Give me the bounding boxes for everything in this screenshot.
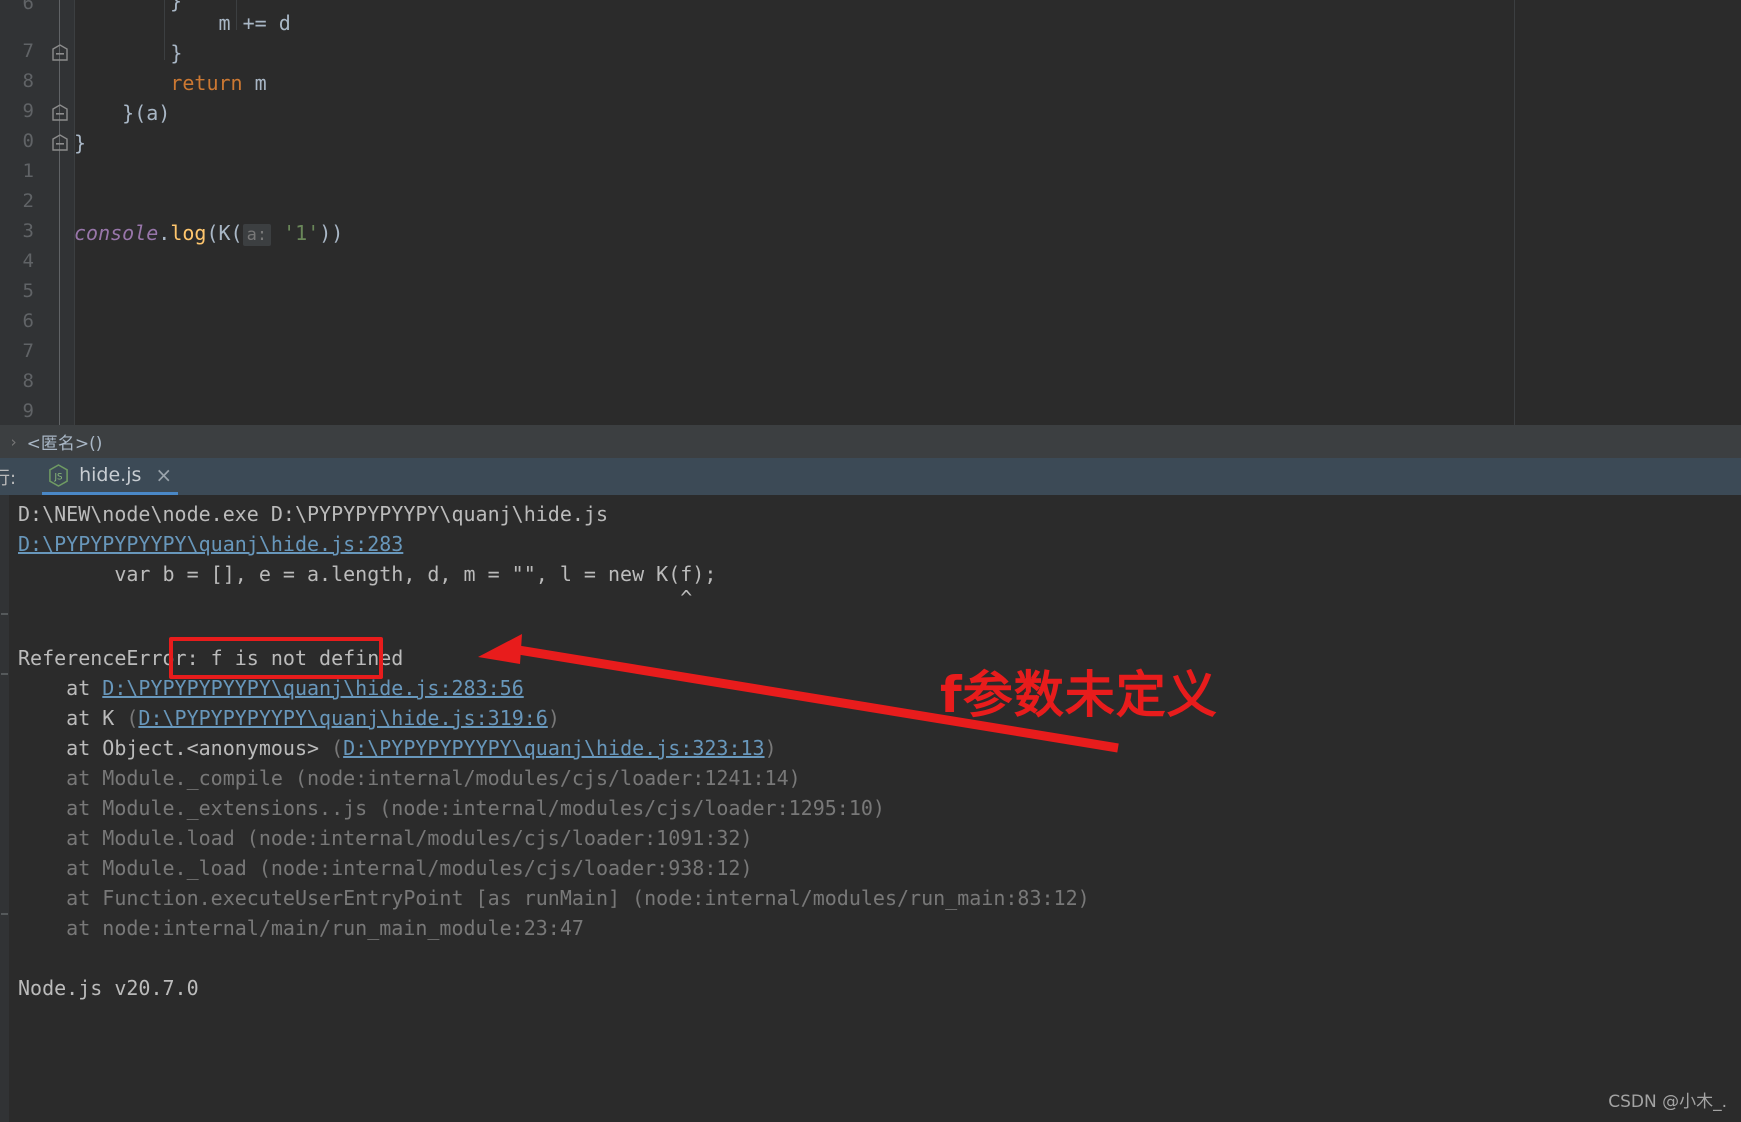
line-number: 7: [22, 40, 34, 62]
run-tab-hide-js[interactable]: JS hide.js ×: [42, 458, 179, 495]
console-gutter: [0, 495, 9, 1122]
console-fold-mark: [1, 913, 8, 915]
console-line-node-version: Node.js v20.7.0: [18, 976, 199, 1000]
console-line-command: D:\NEW\node\node.exe D:\PYPYPYPYYPY\quan…: [18, 502, 609, 526]
code-text-area[interactable]: } m += d } return m }(a) } console.log(K…: [74, 0, 1741, 425]
code-line-console-log: console.log(K(a: '1')): [74, 221, 344, 246]
run-tool-window-header[interactable]: 行: JS hide.js ×: [0, 458, 1741, 495]
code-line: }: [74, 41, 183, 65]
line-number: 9: [22, 100, 34, 122]
close-icon[interactable]: ×: [155, 465, 172, 485]
code-line: }: [74, 131, 87, 155]
line-number: 6: [22, 310, 34, 332]
line-number: 8: [22, 370, 34, 392]
chevron-right-icon: ›: [10, 432, 17, 451]
editor-gutter[interactable]: 6 7 8 9 0 1 2 3 4 5 6 7 8 9: [0, 0, 46, 425]
console-output[interactable]: D:\NEW\node\node.exe D:\PYPYPYPYYPY\quan…: [0, 495, 1741, 1122]
line-number: 1: [22, 160, 34, 182]
svg-text:JS: JS: [54, 472, 63, 482]
line-number: 6: [22, 0, 34, 14]
console-line-stack: at Module._extensions..js (node:internal…: [18, 796, 885, 820]
fold-marker-icon[interactable]: [51, 104, 69, 122]
line-number: 7: [22, 340, 34, 362]
code-line: }(a): [74, 101, 171, 125]
console-line-stack: at Function.executeUserEntryPoint [as ru…: [18, 886, 1090, 910]
parameter-hint: a:: [242, 224, 272, 246]
console-line-stack[interactable]: at K (D:\PYPYPYPYYPY\quanj\hide.js:319:6…: [18, 703, 560, 733]
js-file-icon: JS: [48, 463, 79, 487]
line-number: 8: [22, 70, 34, 92]
breadcrumb[interactable]: ) › <匿名>(): [0, 425, 1741, 458]
run-window-label: 行:: [0, 467, 17, 489]
line-number: 4: [22, 250, 34, 272]
right-margin-guide: [1514, 0, 1515, 425]
console-line-file-link[interactable]: D:\PYPYPYPYYPY\quanj\hide.js:283: [18, 529, 403, 559]
annotation-note-text: f参数未定义: [940, 666, 1218, 724]
run-tab-label: hide.js: [79, 464, 142, 486]
fold-marker-icon[interactable]: [51, 44, 69, 62]
console-line-stack: at Module.load (node:internal/modules/cj…: [18, 826, 753, 850]
console-line-stack[interactable]: at Object.<anonymous> (D:\PYPYPYPYYPY\qu…: [18, 733, 776, 763]
ide-window: 6 7 8 9 0 1 2 3 4 5 6 7 8 9} m += d} r…: [0, 0, 1741, 1122]
code-line: m += d: [74, 11, 291, 35]
fold-guide-line: [59, 0, 60, 425]
line-number: 3: [22, 220, 34, 242]
console-fold-mark: [1, 673, 8, 675]
fold-marker-icon[interactable]: [51, 134, 69, 152]
console-line-stack: at Module._load (node:internal/modules/c…: [18, 856, 753, 880]
line-number: 5: [22, 280, 34, 302]
console-line-stack[interactable]: at D:\PYPYPYPYYPY\quanj\hide.js:283:56: [18, 673, 524, 703]
line-number: 9: [22, 400, 34, 422]
breadcrumb-item-first[interactable]: ): [0, 432, 1, 452]
csdn-watermark: CSDN @小木_.: [1608, 1092, 1727, 1112]
console-line-error: ReferenceError: f is not defined: [18, 646, 404, 670]
line-number: 2: [22, 190, 34, 212]
breadcrumb-item-anonymous[interactable]: <匿名>(): [27, 429, 103, 454]
code-folding-column[interactable]: [46, 0, 74, 425]
code-editor[interactable]: 6 7 8 9 0 1 2 3 4 5 6 7 8 9} m += d} r…: [0, 0, 1741, 425]
line-number: 0: [22, 130, 34, 152]
console-line-stack: at node:internal/main/run_main_module:23…: [18, 916, 584, 940]
console-line-caret: ^: [18, 586, 693, 610]
console-line-stack: at Module._compile (node:internal/module…: [18, 766, 801, 790]
code-line: return m: [170, 71, 267, 95]
console-fold-mark: [1, 613, 8, 615]
